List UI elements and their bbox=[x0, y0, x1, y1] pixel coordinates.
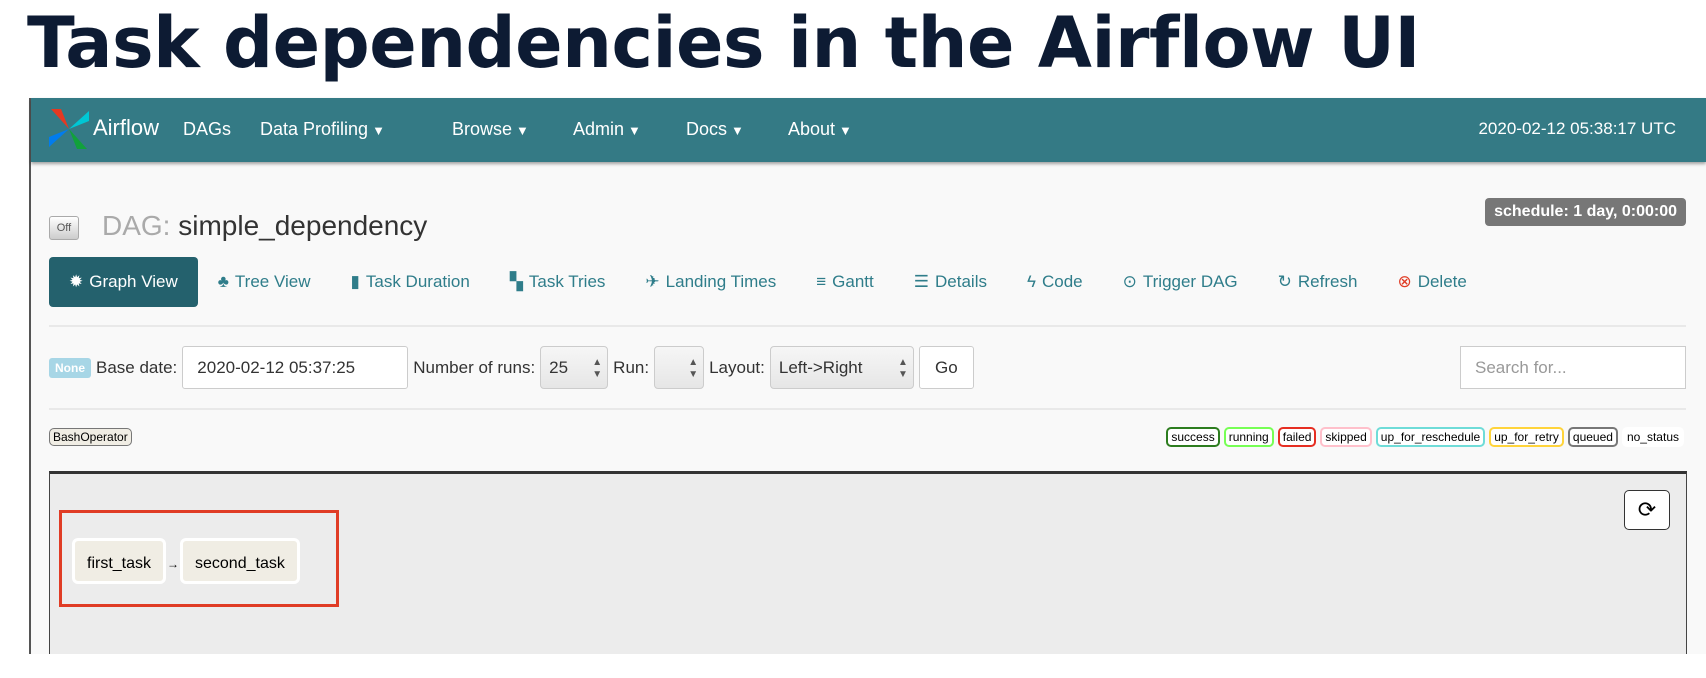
run-label: Run: bbox=[613, 357, 650, 377]
brand[interactable]: Airflow bbox=[93, 115, 159, 141]
chevron-down-icon: ▼ bbox=[839, 123, 852, 138]
tab-task-tries[interactable]: ▚ Task Tries bbox=[490, 257, 626, 307]
search-input[interactable]: Search for... bbox=[1460, 346, 1686, 389]
files-icon: ▚ bbox=[509, 272, 523, 291]
legend-failed[interactable]: failed bbox=[1277, 427, 1317, 447]
clock: 2020-02-12 05:38:17 UTC bbox=[1478, 119, 1676, 138]
chevron-down-icon: ▼ bbox=[372, 123, 385, 138]
layout-label: Layout: bbox=[709, 357, 765, 377]
legend-up-for-retry[interactable]: up_for_retry bbox=[1489, 427, 1564, 447]
plane-icon: ✈ bbox=[645, 272, 660, 291]
nav-dags[interactable]: DAGs bbox=[183, 119, 231, 140]
tab-refresh[interactable]: ↻ Refresh bbox=[1258, 257, 1378, 307]
dag-toggle[interactable]: Off bbox=[49, 216, 79, 240]
refresh-graph-button[interactable]: ⟳ bbox=[1624, 490, 1670, 530]
dag-graph-panel: ⟳ first_task → second_task bbox=[49, 471, 1687, 654]
state-legend: success running failed skipped up_for_re… bbox=[1166, 427, 1684, 447]
refresh-icon: ↻ bbox=[1277, 272, 1292, 291]
tab-task-duration[interactable]: ▮ Task Duration bbox=[331, 257, 490, 307]
runs-select[interactable]: 25 ▲ ▼ bbox=[540, 346, 609, 389]
layout-select[interactable]: Left->Right ▲ ▼ bbox=[769, 346, 914, 389]
graph-controls: None Base date: 2020-02-12 05:37:25 Numb… bbox=[49, 346, 974, 389]
page-heading: Task dependencies in the Airflow UI bbox=[27, 2, 1420, 84]
runs-label: Number of runs: bbox=[413, 357, 536, 377]
schedule-badge: schedule: 1 day, 0:00:00 bbox=[1485, 198, 1686, 226]
tab-landing-times[interactable]: ✈ Landing Times bbox=[625, 257, 796, 307]
nav-browse[interactable]: Browse ▼ bbox=[452, 119, 529, 140]
tab-trigger-dag[interactable]: ⊙ Trigger DAG bbox=[1103, 257, 1258, 307]
nav-about[interactable]: About ▼ bbox=[788, 119, 852, 140]
highlight-box: first_task → second_task bbox=[59, 510, 339, 607]
run-select[interactable]: ▲ ▼ bbox=[654, 346, 705, 389]
state-badge: None bbox=[49, 357, 91, 378]
divider bbox=[49, 325, 1686, 327]
tab-delete[interactable]: ⊗ Delete bbox=[1377, 257, 1486, 307]
legend-up-for-reschedule[interactable]: up_for_reschedule bbox=[1375, 427, 1486, 447]
legend-no-status[interactable]: no_status bbox=[1621, 427, 1684, 447]
refresh-icon: ⟳ bbox=[1637, 497, 1657, 522]
select-arrows-icon: ▲ ▼ bbox=[592, 357, 603, 380]
tree-icon: ♣ bbox=[217, 272, 229, 291]
dependency-arrow: → bbox=[167, 557, 179, 571]
delete-circle-icon: ⊗ bbox=[1397, 272, 1412, 291]
select-arrows-icon: ▲ ▼ bbox=[897, 357, 908, 380]
tab-code[interactable]: ϟ Code bbox=[1007, 257, 1103, 307]
gear-burst-icon: ✹ bbox=[69, 272, 84, 291]
list-icon: ☰ bbox=[913, 272, 930, 291]
legend-success[interactable]: success bbox=[1166, 427, 1220, 447]
nav-docs[interactable]: Docs ▼ bbox=[686, 119, 744, 140]
select-arrows-icon: ▲ ▼ bbox=[688, 357, 699, 380]
navbar: Airflow DAGs Data Profiling ▼ Browse ▼ Adm… bbox=[31, 98, 1706, 162]
tab-gantt[interactable]: ≡ Gantt bbox=[796, 257, 894, 307]
chevron-down-icon: ▼ bbox=[628, 123, 641, 138]
airflow-window: Airflow DAGs Data Profiling ▼ Browse ▼ Adm… bbox=[29, 98, 1706, 654]
task-node-first-task[interactable]: first_task bbox=[72, 538, 167, 584]
task-node-second-task[interactable]: second_task bbox=[180, 538, 300, 584]
divider bbox=[49, 408, 1686, 410]
tab-tree-view[interactable]: ♣ Tree View bbox=[198, 257, 331, 307]
bar-chart-icon: ▮ bbox=[350, 272, 360, 291]
play-circle-icon: ⊙ bbox=[1122, 272, 1137, 291]
bolt-icon: ϟ bbox=[1026, 272, 1036, 291]
tab-details[interactable]: ☰ Details bbox=[894, 257, 1007, 307]
nav-admin[interactable]: Admin ▼ bbox=[573, 119, 641, 140]
tab-graph-view[interactable]: ✹ Graph View bbox=[49, 257, 198, 307]
airflow-logo-icon bbox=[49, 109, 89, 149]
align-left-icon: ≡ bbox=[816, 272, 827, 291]
view-tabs: ✹ Graph View ♣ Tree View ▮ Task Duration ▚ T… bbox=[49, 257, 1487, 307]
chevron-down-icon: ▼ bbox=[731, 123, 744, 138]
nav-data-profiling[interactable]: Data Profiling ▼ bbox=[260, 119, 385, 140]
dag-title: DAG: simple_dependency bbox=[102, 210, 428, 241]
legend-running[interactable]: running bbox=[1223, 427, 1274, 447]
legend-skipped[interactable]: skipped bbox=[1320, 427, 1372, 447]
go-button[interactable]: Go bbox=[918, 346, 974, 389]
operator-badge: BashOperator bbox=[49, 428, 132, 446]
chevron-down-icon: ▼ bbox=[516, 123, 529, 138]
legend-queued[interactable]: queued bbox=[1567, 427, 1618, 447]
base-date-label: Base date: bbox=[96, 357, 178, 377]
base-date-input[interactable]: 2020-02-12 05:37:25 bbox=[182, 346, 409, 389]
